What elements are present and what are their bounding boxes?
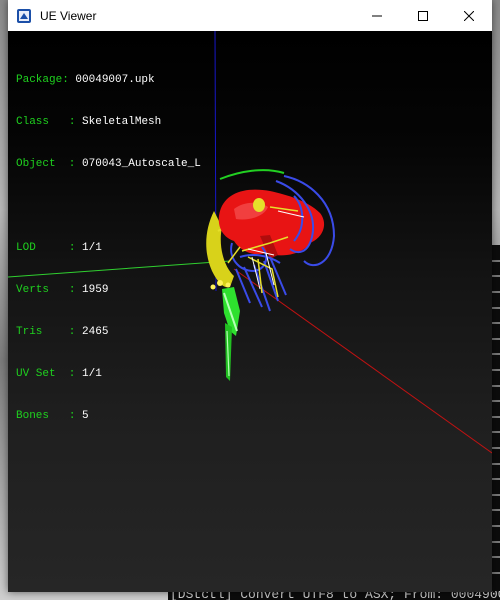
info-bones-row: Bones : 5 (16, 410, 89, 422)
window-title: UE Viewer (40, 8, 97, 23)
console-line: [DStctl] Convert UTF8 to ASX; From: 0004… (170, 591, 500, 600)
class-value: SkeletalMesh (82, 116, 162, 128)
info-verts-row: Verts : 1959 (16, 284, 109, 296)
bones-value: 5 (82, 410, 89, 422)
close-button[interactable] (446, 0, 492, 31)
info-lod-row: LOD : 1/1 (16, 242, 102, 254)
maximize-icon (418, 10, 428, 21)
app-icon (17, 8, 31, 23)
close-icon (464, 10, 474, 21)
maximize-button[interactable] (400, 0, 446, 31)
lod-value: 1/1 (82, 242, 102, 254)
uvset-value: 1/1 (82, 368, 102, 380)
info-uvset-row: UV Set : 1/1 (16, 368, 102, 380)
background-console-text-strip: [DStctl] Convert UTF8 to ASX; From: 0004… (168, 591, 500, 600)
info-class-row: Class : SkeletalMesh (16, 116, 162, 128)
package-value: 00049007.upk (75, 74, 155, 86)
tris-value: 2465 (82, 326, 109, 338)
object-value: 070043_Autoscale_L (82, 158, 201, 170)
info-object-row: Object : 070043_Autoscale_L (16, 158, 201, 170)
mesh-red-part (218, 189, 325, 259)
info-package-row: Package: 00049007.upk (16, 74, 155, 86)
axis-x-line (233, 268, 492, 454)
title-bar[interactable]: UE Viewer (8, 0, 492, 31)
ue-viewer-window[interactable]: UE Viewer Package: 00049007.upk Class: … (8, 0, 492, 592)
mesh-info-overlay: Package: 00049007.upk Class : SkeletalMe… (16, 45, 201, 451)
minimize-button[interactable] (354, 0, 400, 31)
minimize-icon (372, 15, 382, 16)
verts-value: 1959 (82, 284, 109, 296)
mesh-green-part (222, 287, 240, 381)
3d-viewport[interactable]: Package: 00049007.upk Class : SkeletalMe… (8, 31, 492, 592)
info-tris-row: Tris : 2465 (16, 326, 109, 338)
bone-lines-green (219, 169, 285, 180)
